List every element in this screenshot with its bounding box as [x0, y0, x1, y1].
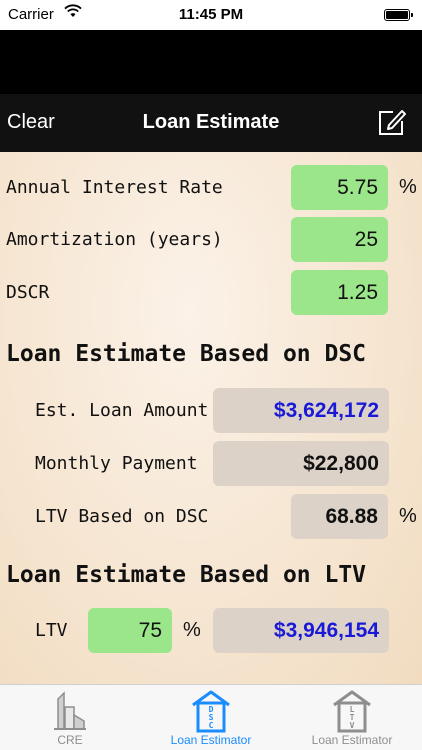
ltv-loan-amount-value: $3,946,154	[213, 608, 389, 653]
ltv-unit: %	[183, 619, 201, 641]
dsc-loan-amount-value: $3,624,172	[213, 388, 389, 433]
dsc-loan-amount-row: Est. Loan Amount $3,624,172	[0, 388, 422, 434]
dsc-loan-amount-label: Est. Loan Amount	[35, 400, 209, 421]
compose-button[interactable]	[376, 106, 408, 138]
battery-icon	[384, 9, 413, 21]
interest-rate-row: Annual Interest Rate 5.75 %	[0, 165, 422, 211]
interest-rate-input[interactable]: 5.75	[291, 165, 388, 210]
nav-bar: Clear Loan Estimate	[0, 94, 422, 152]
ltv-house-icon: L T V	[333, 690, 371, 733]
amortization-input[interactable]: 25	[291, 217, 388, 262]
tab-loan-estimator-dsc[interactable]: D S C Loan Estimator	[140, 685, 282, 750]
status-time: 11:45 PM	[178, 6, 244, 23]
dsc-ltv-unit: %	[399, 505, 417, 527]
loan-form: Annual Interest Rate 5.75 % Amortization…	[0, 152, 422, 684]
dsc-section-title: Loan Estimate Based on DSC	[6, 341, 367, 367]
monthly-payment-value: $22,800	[213, 441, 389, 486]
monthly-payment-label: Monthly Payment	[35, 453, 198, 474]
compose-icon	[379, 110, 406, 135]
dsc-ltv-label: LTV Based on DSC	[35, 506, 209, 527]
amortization-row: Amortization (years) 25	[0, 217, 422, 263]
tab-loan-estimator-dsc-label: Loan Estimator	[170, 733, 252, 747]
dscr-row: DSCR 1.25	[0, 270, 422, 316]
status-bar: Carrier 11:45 PM	[0, 0, 422, 30]
dsc-ltv-value: 68.88	[291, 494, 388, 539]
ltv-row: LTV 75 % $3,946,154	[0, 608, 422, 654]
page-title: Loan Estimate	[142, 111, 280, 133]
dscr-input[interactable]: 1.25	[291, 270, 388, 315]
tab-cre[interactable]: CRE	[0, 685, 140, 750]
ltv-label: LTV	[35, 620, 68, 641]
interest-rate-label: Annual Interest Rate	[6, 177, 223, 198]
tab-cre-label: CRE	[57, 733, 83, 747]
svg-text:C: C	[209, 721, 214, 730]
interest-rate-unit: %	[399, 176, 417, 198]
tab-loan-estimator-ltv[interactable]: L T V Loan Estimator	[282, 685, 422, 750]
ltv-section-title: Loan Estimate Based on LTV	[6, 562, 367, 588]
ltv-input[interactable]: 75	[88, 608, 172, 653]
dsc-house-icon: D S C	[192, 690, 230, 733]
header-band	[0, 30, 422, 94]
svg-text:V: V	[350, 721, 355, 730]
dscr-label: DSCR	[6, 282, 50, 303]
amortization-label: Amortization (years)	[6, 229, 223, 250]
monthly-payment-row: Monthly Payment $22,800	[0, 441, 422, 487]
dsc-ltv-row: LTV Based on DSC 68.88 %	[0, 494, 422, 540]
cre-building-icon	[54, 691, 86, 730]
tab-loan-estimator-ltv-label: Loan Estimator	[311, 733, 393, 747]
tab-bar: CRE D S C Loan Estimator L T V Loan Esti…	[0, 684, 422, 750]
